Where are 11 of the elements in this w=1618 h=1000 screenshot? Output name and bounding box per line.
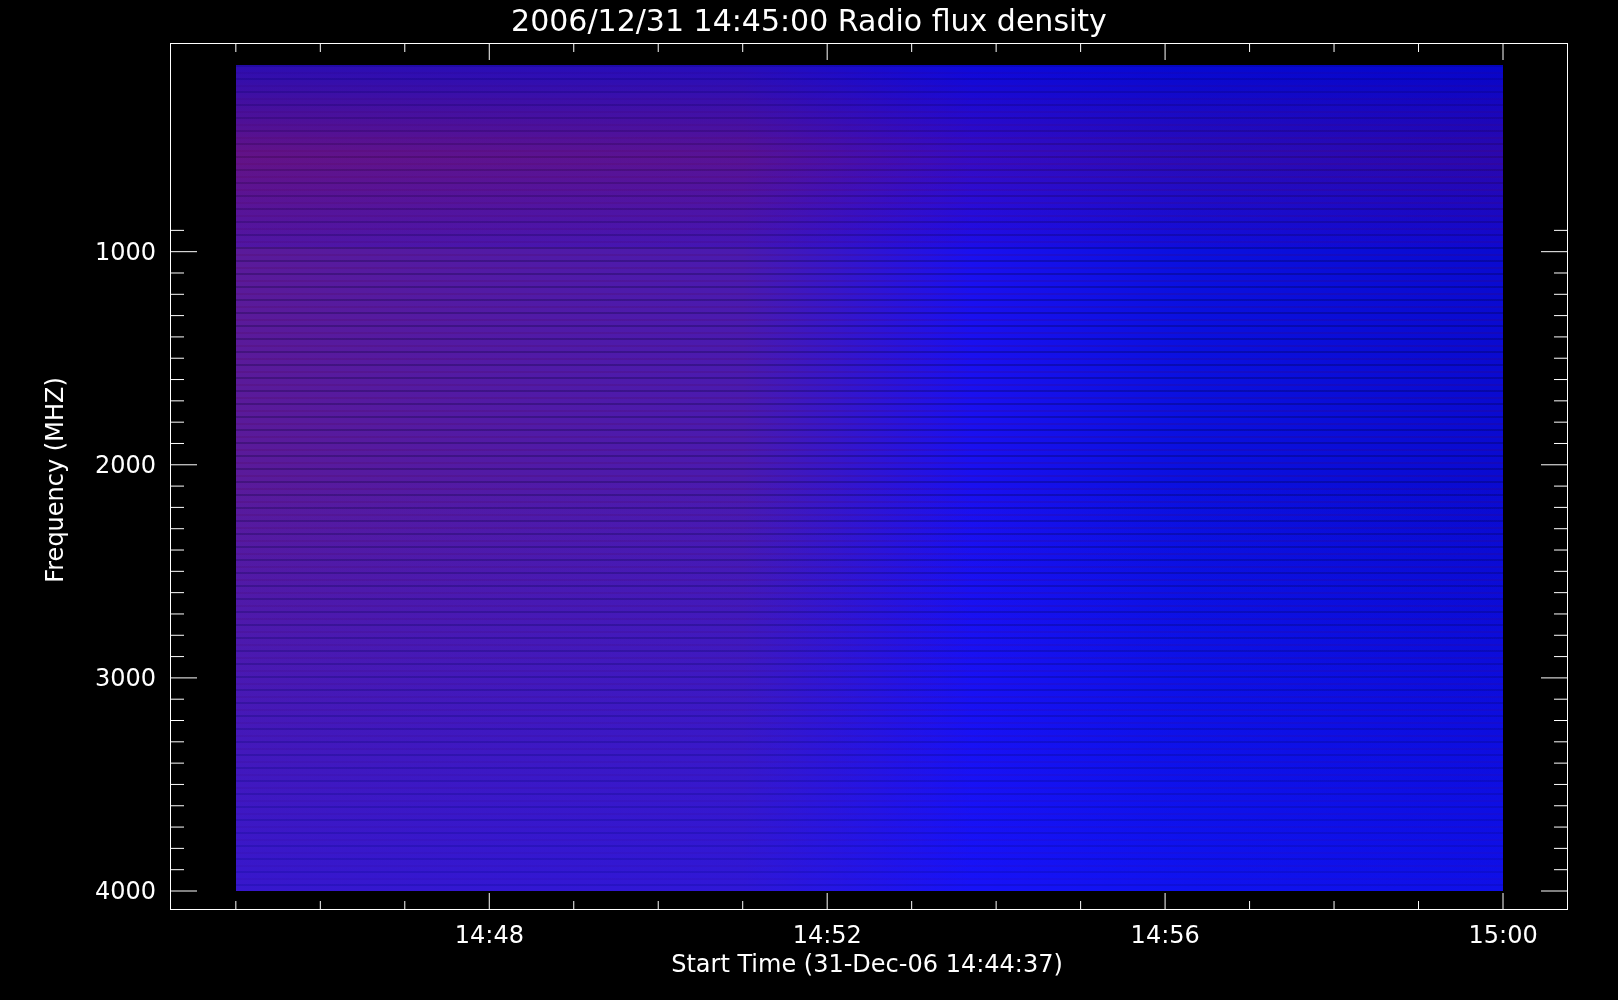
x-tick-label: 14:52	[792, 921, 862, 949]
y-tick-label: 2000	[94, 450, 156, 479]
y-tick-label: 1000	[94, 237, 156, 266]
x-axis-label: Start Time (31-Dec-06 14:44:37)	[671, 950, 1063, 978]
y-tick-label: 3000	[94, 663, 156, 692]
x-tick-label: 14:48	[454, 921, 524, 949]
y-tick-label: 4000	[94, 877, 156, 905]
y-axis-label: Frequency (MHZ)	[41, 377, 69, 583]
chart-title: 2006/12/31 14:45:00 Radio flux density	[511, 2, 1107, 40]
x-tick-label: 14:56	[1130, 921, 1200, 949]
x-tick-label: 15:00	[1468, 921, 1538, 949]
